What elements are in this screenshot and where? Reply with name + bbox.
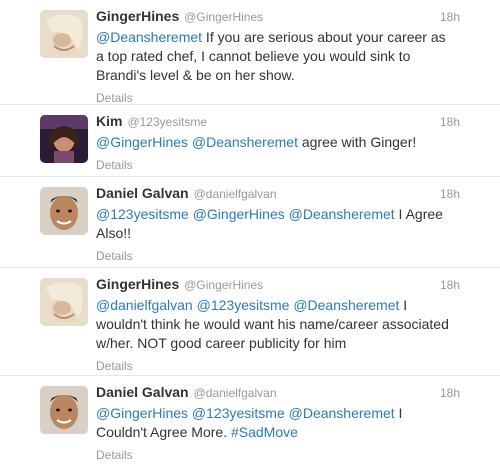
ginger-avatar-image [40,10,88,58]
tweet-timestamp[interactable]: 18h [440,386,460,400]
tweet-timestamp[interactable]: 18h [440,278,460,292]
mention-link[interactable]: @Deansheremet [96,29,202,45]
avatar[interactable] [40,386,88,434]
details-link[interactable]: Details [96,91,133,105]
fullname[interactable]: GingerHines [96,276,179,292]
mention-link[interactable]: @GingerHines [96,134,188,150]
tweet-timestamp[interactable]: 18h [440,115,460,129]
daniel-avatar-image [40,386,88,434]
mention-link[interactable]: @Deansheremet [289,206,395,222]
tweet-header: Kim @123yesitsme [96,113,488,133]
tweet-timestamp[interactable]: 18h [440,10,460,24]
fullname[interactable]: GingerHines [96,8,179,24]
mention-link[interactable]: @GingerHines [193,206,285,222]
ginger-avatar-image [40,278,88,326]
tweet-header: Daniel Galvan @danielfgalvan [96,384,488,404]
details-link[interactable]: Details [96,158,133,172]
username[interactable]: @danielfgalvan [194,187,277,201]
tweet-timestamp[interactable]: 18h [440,187,460,201]
avatar[interactable] [40,115,88,163]
tweet-text: @Deansheremet If you are serious about y… [96,28,488,85]
fullname[interactable]: Kim [96,113,122,129]
daniel-avatar-image [40,187,88,235]
mention-link[interactable]: @GingerHines [96,405,188,421]
tweet-header: GingerHines @GingerHines [96,8,488,28]
kim-avatar-image [40,115,88,163]
avatar[interactable] [40,10,88,58]
mention-link[interactable]: @123yesitsme [96,206,189,222]
details-link[interactable]: Details [96,448,133,462]
tweet[interactable]: Kim @123yesitsme 18h @GingerHines @Deans… [0,105,500,177]
fullname[interactable]: Daniel Galvan [96,384,189,400]
details-link[interactable]: Details [96,359,133,373]
tweet-header: Daniel Galvan @danielfgalvan [96,185,488,205]
tweet[interactable]: Daniel Galvan @danielfgalvan 18h @123yes… [0,177,500,268]
tweet-text: @GingerHines @Deansheremet agree with Gi… [96,133,488,152]
tweet-text: @GingerHines @123yesitsme @Deansheremet … [96,404,488,442]
tweet-text-segment: agree with Ginger! [297,134,417,150]
avatar[interactable] [40,278,88,326]
hashtag-link[interactable]: #SadMove [231,424,298,440]
mention-link[interactable]: @Deansheremet [192,134,298,150]
avatar[interactable] [40,187,88,235]
fullname[interactable]: Daniel Galvan [96,185,189,201]
tweet[interactable]: GingerHines @GingerHines 18h @danielfgal… [0,268,500,376]
mention-link[interactable]: @danielfgalvan [96,297,193,313]
mention-link[interactable]: @Deansheremet [289,405,395,421]
tweet[interactable]: GingerHines @GingerHines 18h @Deansherem… [0,0,500,105]
mention-link[interactable]: @Deansheremet [293,297,399,313]
username[interactable]: @GingerHines [184,278,263,292]
tweet-text: @123yesitsme @GingerHines @Deansheremet … [96,205,488,243]
tweet-timeline: GingerHines @GingerHines 18h @Deansherem… [0,0,500,470]
mention-link[interactable]: @123yesitsme [192,405,285,421]
username[interactable]: @123yesitsme [127,115,207,129]
username[interactable]: @GingerHines [184,10,263,24]
mention-link[interactable]: @123yesitsme [197,297,290,313]
tweet[interactable]: Daniel Galvan @danielfgalvan 18h @Ginger… [0,376,500,470]
details-link[interactable]: Details [96,249,133,263]
tweet-text: @danielfgalvan @123yesitsme @Deanshereme… [96,296,488,353]
tweet-header: GingerHines @GingerHines [96,276,488,296]
username[interactable]: @danielfgalvan [194,386,277,400]
